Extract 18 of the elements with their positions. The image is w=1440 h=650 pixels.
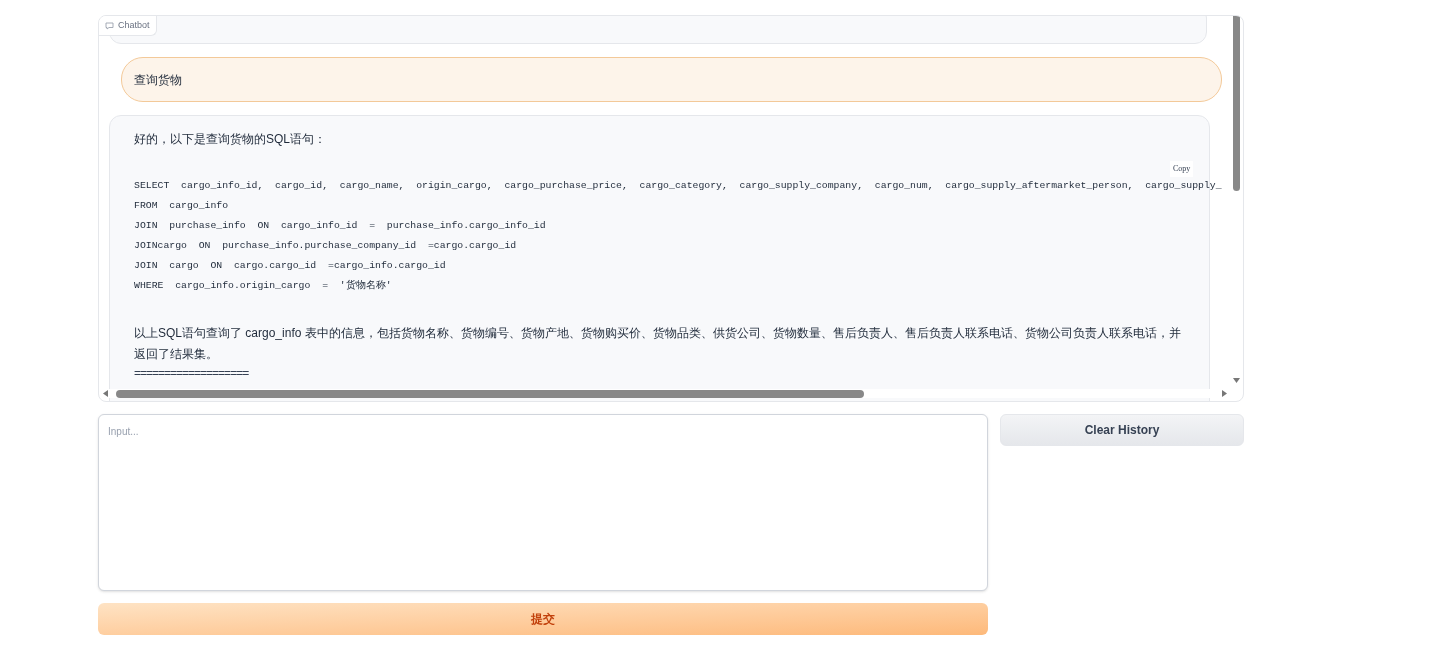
clear-history-button[interactable]: Clear History — [1000, 414, 1244, 446]
message-text: 查询货物 — [134, 71, 182, 89]
submit-button[interactable]: 提交 — [98, 603, 988, 635]
message-text: 好的，以下是查询货物的SQL语句： — [134, 131, 326, 148]
chat-icon — [105, 21, 114, 30]
chatbot-label: Chatbot — [99, 16, 157, 36]
scroll-down-icon — [1233, 378, 1240, 383]
code-line: JOIN purchase_info ON cargo_info_id = purchase_info.cargo_info_id — [134, 219, 546, 233]
code-line: JOINcargo ON purchase_info.purchase_company_id =cargo.cargo_id — [134, 239, 517, 253]
copy-button[interactable]: Copy — [1170, 161, 1194, 177]
code-line: JOIN cargo ON cargo.cargo_id =cargo_info.cargo_id — [134, 259, 446, 273]
code-line: SELECT cargo_info_id, cargo_id, cargo_name, origin_cargo, cargo_purchase_price, cargo_category, cargo_supply_company, cargo_num, cargo_supply_aftermarket_person, cargo_supply_ — [134, 179, 1222, 193]
scroll-right-icon — [1222, 390, 1227, 397]
code-line: FROM cargo_info — [134, 199, 229, 213]
separator-text: =================== — [134, 365, 249, 381]
message-text: 以上SQL语句查询了 cargo_info 表中的信息，包括货物名称、货物编号、货物产地、货物购买价、货物品类、供货公司、货物数量、售后负责人、售后负责人联系电话、货物公司负责人联系电话，并返回了结果集。 — [134, 325, 1182, 363]
input-field[interactable]: Input... — [98, 414, 988, 591]
code-line: WHERE cargo_info.origin_cargo = '货物名称' — [134, 279, 392, 293]
